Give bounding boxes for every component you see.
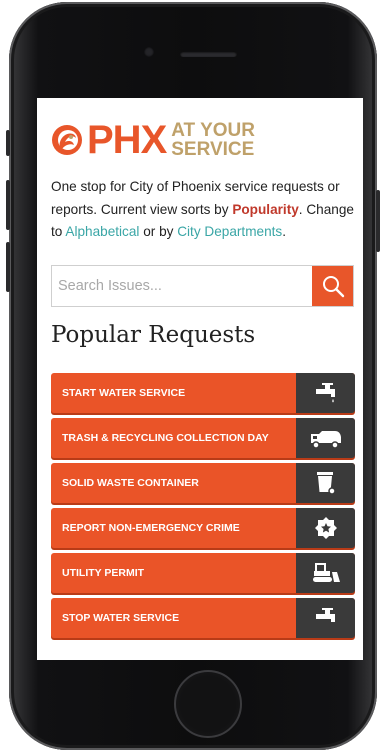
- garbage-truck-icon: [296, 418, 355, 458]
- search-button[interactable]: [312, 266, 353, 306]
- request-solid-waste-container[interactable]: SOLID WASTE CONTAINER: [51, 463, 355, 503]
- police-badge-icon: [296, 508, 355, 548]
- logo-phx-text: PHX: [87, 118, 167, 162]
- power-button: [376, 190, 380, 252]
- request-label: REPORT NON-EMERGENCY CRIME: [62, 522, 240, 534]
- request-label: UTILITY PERMIT: [62, 567, 145, 579]
- phoenix-bird-icon: [52, 125, 82, 155]
- phx-logo[interactable]: PHX AT YOUR SERVICE: [51, 119, 255, 161]
- sort-alphabetical-link[interactable]: Alphabetical: [65, 224, 139, 239]
- request-stop-water-service[interactable]: STOP WATER SERVICE: [51, 598, 355, 638]
- home-button: [174, 670, 242, 738]
- sort-departments-link[interactable]: City Departments: [177, 224, 282, 239]
- search-input[interactable]: [52, 266, 312, 306]
- popular-requests-list: START WATER SERVICE TRASH & RECYCLING CO…: [51, 373, 355, 643]
- mute-switch: [6, 130, 10, 156]
- intro-text-3: or by: [139, 224, 178, 239]
- faucet-icon: [296, 598, 355, 638]
- app-screen: PHX AT YOUR SERVICE One stop for City of…: [37, 98, 363, 660]
- logo-tagline-line2: SERVICE: [171, 139, 255, 160]
- search-icon: [322, 276, 344, 298]
- bulldozer-icon: [296, 553, 355, 593]
- request-utility-permit[interactable]: UTILITY PERMIT: [51, 553, 355, 593]
- search-bar: [51, 265, 354, 307]
- volume-up-button: [6, 180, 10, 230]
- logo-tagline-line1: AT YOUR: [171, 120, 255, 141]
- request-start-water-service[interactable]: START WATER SERVICE: [51, 373, 355, 413]
- request-report-non-emergency-crime[interactable]: REPORT NON-EMERGENCY CRIME: [51, 508, 355, 548]
- request-label: SOLID WASTE CONTAINER: [62, 477, 199, 489]
- earpiece-speaker: [180, 51, 237, 57]
- request-label: START WATER SERVICE: [62, 387, 186, 399]
- front-camera: [144, 47, 154, 57]
- trash-bin-icon: [296, 463, 355, 503]
- volume-down-button: [6, 242, 10, 292]
- request-trash-recycling-collection-day[interactable]: TRASH & RECYCLING COLLECTION DAY: [51, 418, 355, 458]
- intro-paragraph: One stop for City of Phoenix service req…: [51, 176, 357, 244]
- section-title: Popular Requests: [51, 322, 256, 348]
- intro-text-4: .: [282, 224, 287, 239]
- sort-popularity-label: Popularity: [232, 201, 299, 217]
- request-label: STOP WATER SERVICE: [62, 612, 180, 624]
- faucet-icon: [296, 373, 355, 413]
- request-label: TRASH & RECYCLING COLLECTION DAY: [62, 432, 269, 444]
- logo-tagline: AT YOUR SERVICE: [171, 121, 255, 159]
